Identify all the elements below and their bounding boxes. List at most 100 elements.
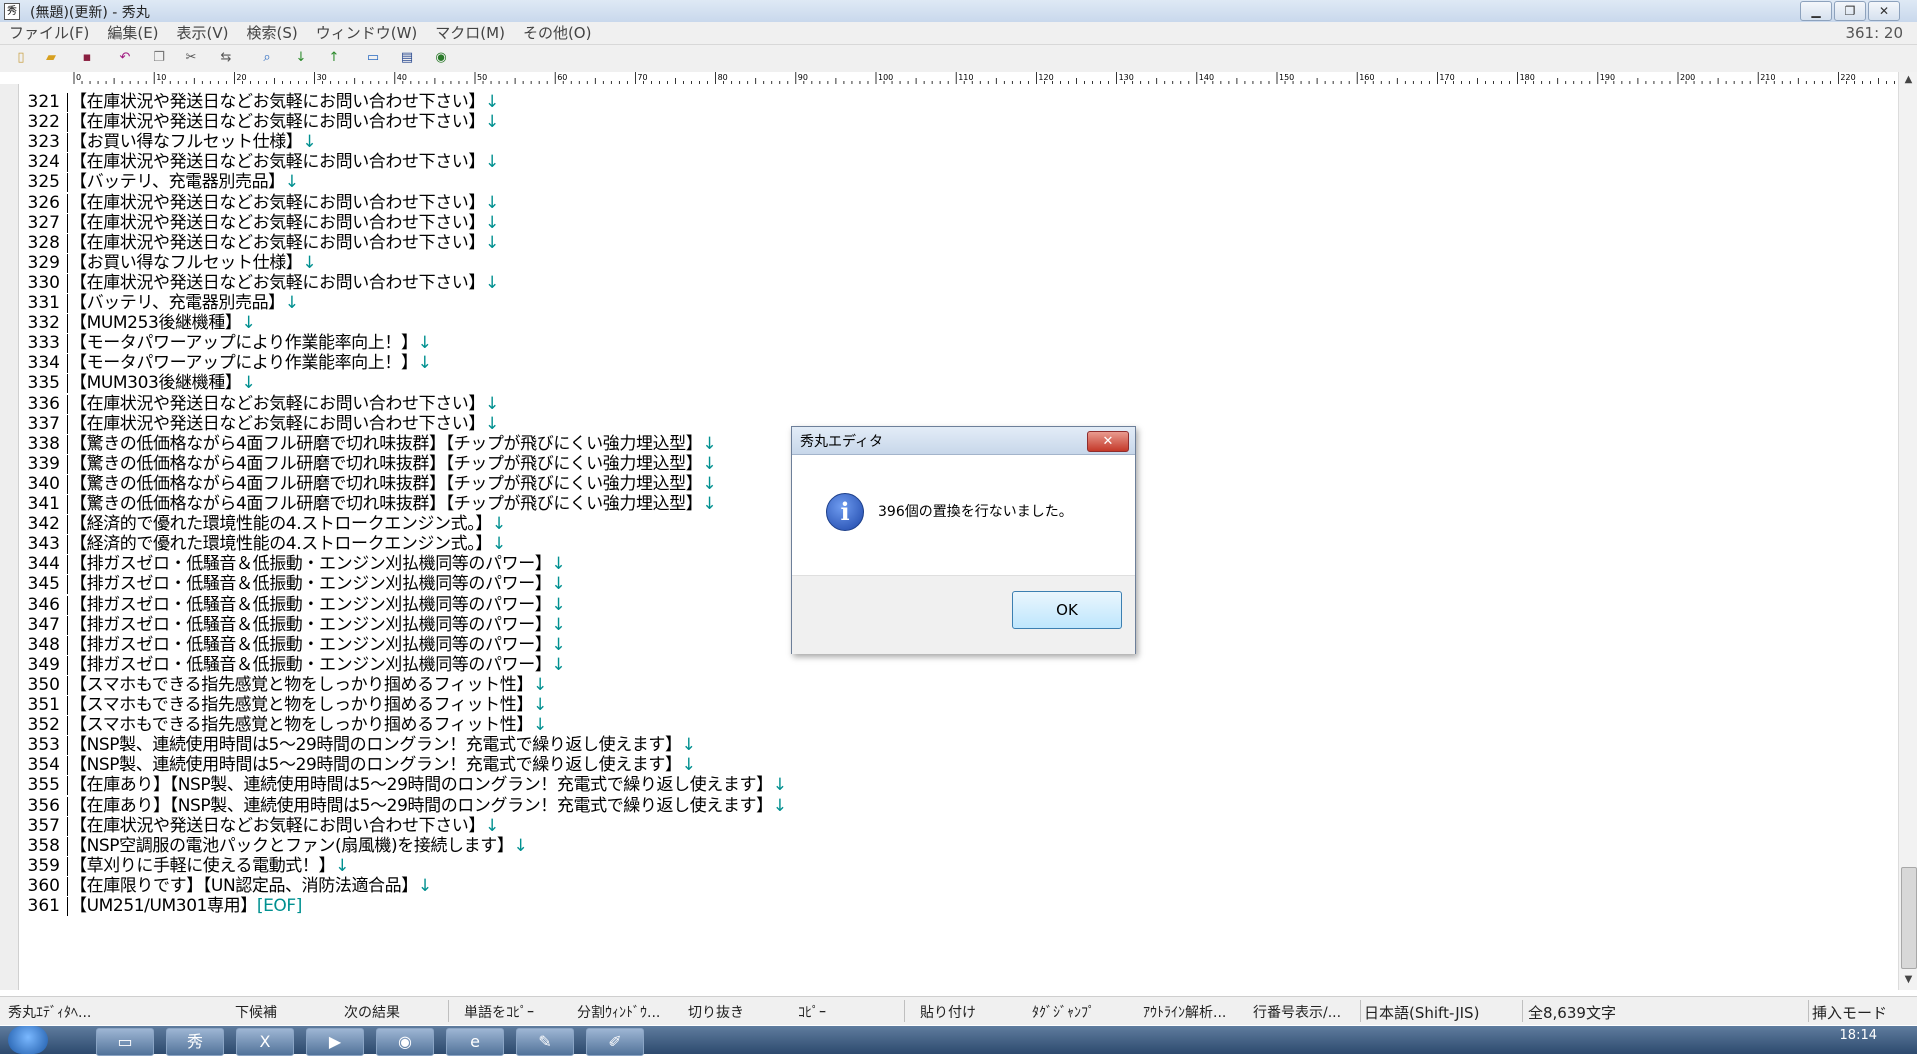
menu-macro[interactable]: マクロ(M) [426, 22, 514, 44]
editor-line[interactable]: 358 【NSP空調服の電池パックとファン(扇風機)を接続します】↓ [0, 836, 1890, 856]
line-number: 350 [27, 674, 60, 695]
editor-line[interactable]: 352 【スマホもできる指先感覚と物をしっかり掴めるフィット性】↓ [0, 715, 1890, 736]
editor-line[interactable]: 361 【UM251/UM301専用】[EOF] [0, 896, 1890, 916]
help-icon[interactable]: ◉ [432, 50, 450, 66]
line-end-marker: ↓ [302, 252, 317, 273]
editor-line[interactable]: 324 【在庫状況や発送日などお気軽にお問い合わせ下さい】↓ [0, 152, 1890, 173]
editor-line[interactable]: 327 【在庫状況や発送日などお気軽にお問い合わせ下さい】↓ [0, 213, 1890, 233]
line-end-marker: ↓ [551, 634, 566, 655]
line-text: 【排ガスゼロ・低騒音＆低振動・エンジン刈払機同等のパワー】↓ [70, 654, 566, 675]
editor-line[interactable]: 321 【在庫状況や発送日などお気軽にお問い合わせ下さい】↓ [0, 92, 1890, 112]
editor-line[interactable]: 351 【スマホもできる指先感覚と物をしっかり掴めるフィット性】↓ [0, 695, 1890, 715]
editor-line[interactable]: 355 【在庫あり】【NSP製、連続使用時間は5～29時間のロングラン！充電式で繰… [0, 775, 1890, 796]
editor-line[interactable]: 354 【NSP製、連続使用時間は5～29時間のロングラン！充電式で繰り返し使えま… [0, 755, 1890, 776]
menu-window[interactable]: ウィンドウ(W) [307, 22, 427, 44]
ruler-label: 70 [637, 73, 647, 82]
save-icon[interactable]: ▪ [78, 50, 96, 66]
fkey-10[interactable]: ｱｳﾄﾗｲﾝ解析... [1143, 1002, 1226, 1022]
grep-icon[interactable]: ▭ [364, 50, 382, 66]
fkey-11[interactable]: 行番号表示/... [1253, 1002, 1341, 1022]
editor-line[interactable]: 325 【バッテリ、充電器別売品】↓ [0, 172, 1890, 193]
taskbar-clock[interactable]: 18:14 [1840, 1028, 1877, 1043]
editor-line[interactable]: 332 【MUM253後継機種】↓ [0, 313, 1890, 334]
editor-line[interactable]: 323 【お買い得なフルセット仕様】↓ [0, 132, 1890, 153]
editor-line[interactable]: 336 【在庫状況や発送日などお気軽にお問い合わせ下さい】↓ [0, 394, 1890, 414]
line-end-marker: ↓ [702, 433, 717, 454]
minimize-button[interactable]: ▁ [1800, 1, 1832, 21]
scrollbar-thumb[interactable] [1901, 867, 1917, 969]
excel-app[interactable]: X [236, 1028, 294, 1056]
menu-other[interactable]: その他(O) [514, 22, 601, 44]
line-text: 【お買い得なフルセット仕様】↓ [70, 132, 317, 153]
editor-line[interactable]: 350 【スマホもできる指先感覚と物をしっかり掴めるフィット性】↓ [0, 675, 1890, 695]
editor-line[interactable]: 357 【在庫状況や発送日などお気軽にお問い合わせ下さい】↓ [0, 816, 1890, 836]
menu-edit[interactable]: 編集(E) [98, 22, 167, 44]
scroll-up-arrow-icon[interactable]: ▲ [1899, 72, 1917, 88]
insert-mode-status[interactable]: 挿入モード [1812, 1002, 1887, 1023]
close-window-button[interactable]: ✕ [1868, 1, 1900, 21]
fkey-8[interactable]: 貼り付け [920, 1002, 976, 1022]
editor-line[interactable]: 326 【在庫状況や発送日などお気軽にお問い合わせ下さい】↓ [0, 193, 1890, 213]
menu-bar: ファイル(F) 編集(E) 表示(V) 検索(S) ウィンドウ(W) マクロ(M) その他(… [0, 22, 1917, 45]
editor-line[interactable]: 353 【NSP製、連続使用時間は5～29時間のロングラン！充電式で繰り返し使えま… [0, 735, 1890, 756]
scroll-down-arrow-icon[interactable]: ▼ [1899, 972, 1917, 988]
fkey-1[interactable]: 秀丸ｴﾃﾞｨﾀﾍ... [8, 1002, 91, 1022]
fkey-9[interactable]: ﾀｸﾞｼﾞｬﾝﾌﾟ [1032, 1002, 1095, 1022]
hidemaru-app[interactable]: 秀 [166, 1028, 224, 1056]
fkey-2[interactable]: 下候補 [235, 1002, 277, 1022]
line-end-marker: ↓ [417, 875, 432, 896]
search-down-icon[interactable]: ↓ [292, 50, 310, 66]
replace-icon[interactable]: ⇆ [217, 50, 235, 66]
window-split-icon[interactable]: ▤ [398, 50, 416, 66]
ruler-label: 40 [397, 73, 407, 82]
firefox-app[interactable]: ◉ [376, 1028, 434, 1056]
start-button[interactable] [8, 1026, 48, 1054]
editor-line[interactable]: 334 【モータパワーアップにより作業能率向上！】↓ [0, 353, 1890, 374]
editor-line[interactable]: 356 【在庫あり】【NSP製、連続使用時間は5～29時間のロングラン！充電式で繰… [0, 796, 1890, 816]
dialog-close-button[interactable]: ✕ [1087, 431, 1129, 452]
ok-button[interactable]: OK [1012, 591, 1122, 629]
hidemaru-app-icon[interactable]: 秀 [4, 3, 20, 20]
editor-line[interactable]: 329 【お買い得なフルセット仕様】↓ [0, 253, 1890, 273]
search-icon[interactable]: ⌕ [258, 50, 276, 66]
undo-icon[interactable]: ↶ [116, 50, 134, 66]
menu-view[interactable]: 表示(V) [168, 22, 238, 44]
paint-brush-app[interactable]: ✐ [586, 1028, 644, 1056]
menu-search[interactable]: 検索(S) [238, 22, 307, 44]
menu-file[interactable]: ファイル(F) [0, 22, 98, 44]
fkey-4[interactable]: 単語をｺﾋﾟｰ [464, 1002, 534, 1022]
search-up-icon[interactable]: ↑ [325, 50, 343, 66]
editor-line[interactable]: 333 【モータパワーアップにより作業能率向上！】↓ [0, 333, 1890, 354]
editor-line[interactable]: 359 【草刈りに手軽に使える電動式！】↓ [0, 856, 1890, 876]
folder-app[interactable]: ▭ [96, 1028, 154, 1056]
line-text: 【MUM303後継機種】↓ [70, 373, 256, 394]
line-text: 【NSP空調服の電池パックとファン(扇風機)を接続します】↓ [70, 835, 528, 856]
ruler-label: 50 [477, 73, 487, 82]
internet-explorer-app[interactable]: e [446, 1028, 504, 1056]
encoding-status[interactable]: 日本語(Shift-JIS) [1364, 1002, 1479, 1023]
new-file-icon[interactable]: ▯ [12, 50, 30, 66]
editor-line[interactable]: 349 【排ガスゼロ・低騒音＆低振動・エンジン刈払機同等のパワー】↓ [0, 655, 1890, 675]
editor-line[interactable]: 322 【在庫状況や発送日などお気軽にお問い合わせ下さい】↓ [0, 112, 1890, 133]
fkey-7[interactable]: ｺﾋﾟｰ [798, 1002, 826, 1022]
fkey-3[interactable]: 次の結果 [344, 1002, 400, 1022]
ruler-label: 150 [1279, 73, 1294, 82]
editor-line[interactable]: 331 【バッテリ、充電器別売品】↓ [0, 293, 1890, 313]
fkey-5[interactable]: 分割ｳｨﾝﾄﾞｳ... [577, 1002, 660, 1022]
line-text: 【在庫状況や発送日などお気軽にお問い合わせ下さい】↓ [70, 232, 499, 253]
cut-icon[interactable]: ✂ [182, 50, 200, 66]
paint-app[interactable]: ✎ [516, 1028, 574, 1056]
fkey-6[interactable]: 切り抜き [688, 1002, 744, 1022]
editor-line[interactable]: 330 【在庫状況や発送日などお気軽にお問い合わせ下さい】↓ [0, 273, 1890, 293]
restore-button[interactable]: ❐ [1834, 1, 1866, 21]
copy-icon[interactable]: ❐ [150, 50, 168, 66]
cursor-position: 361: 20 [1845, 24, 1903, 42]
line-text: 【排ガスゼロ・低騒音＆低振動・エンジン刈払機同等のパワー】↓ [70, 574, 566, 595]
vertical-scrollbar[interactable]: ▲ ▼ [1898, 72, 1917, 990]
editor-line[interactable]: 335 【MUM303後継機種】↓ [0, 373, 1890, 394]
editor-line[interactable]: 360 【在庫限りです】【UN認定品、消防法適合品】↓ [0, 876, 1890, 896]
line-end-marker: ↓ [532, 715, 547, 736]
open-folder-icon[interactable]: ▰ [42, 50, 60, 66]
media-player-app[interactable]: ▶ [306, 1028, 364, 1056]
editor-line[interactable]: 328 【在庫状況や発送日などお気軽にお問い合わせ下さい】↓ [0, 233, 1890, 253]
